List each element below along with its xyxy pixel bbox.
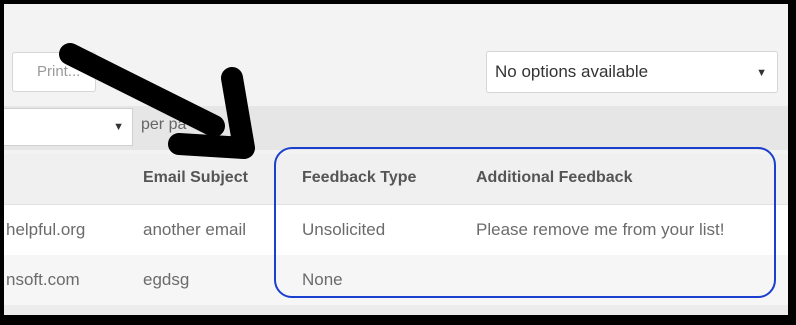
arrow-annotation-icon — [59, 43, 255, 159]
app-frame: Print... No options available ▼ ▼ per pa… — [4, 4, 788, 315]
